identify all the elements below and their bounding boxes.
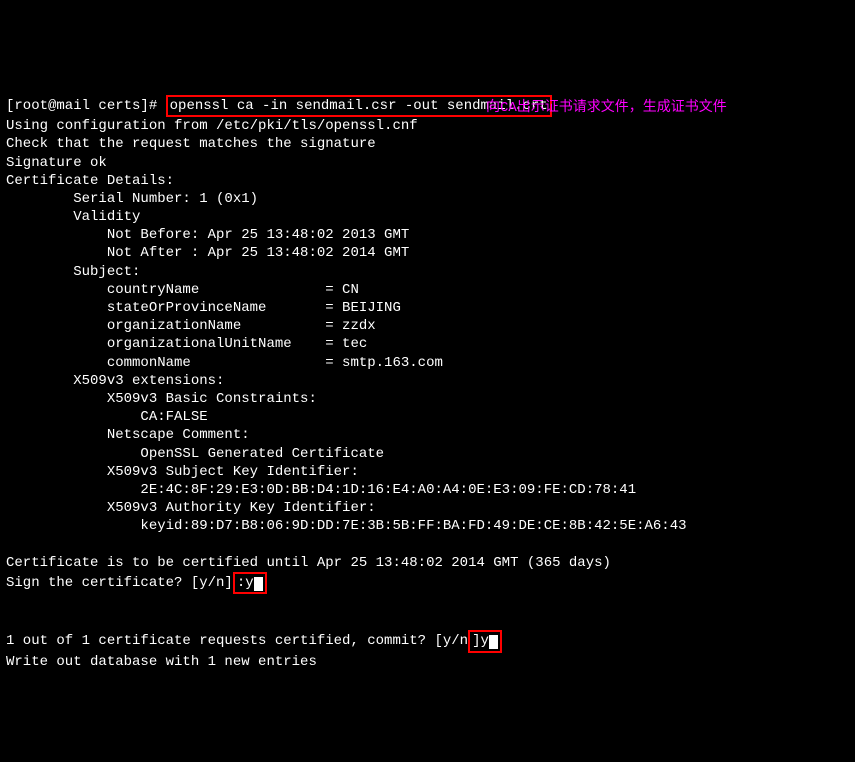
output-line: organizationalUnitName = tec bbox=[6, 336, 367, 352]
output-line: X509v3 Basic Constraints: bbox=[6, 391, 317, 407]
output-line: OpenSSL Generated Certificate bbox=[6, 446, 384, 462]
output-line: X509v3 extensions: bbox=[6, 373, 224, 389]
output-line: commonName = smtp.163.com bbox=[6, 355, 443, 371]
output-line: X509v3 Subject Key Identifier: bbox=[6, 464, 359, 480]
output-line: 2E:4C:8F:29:E3:0D:BB:D4:1D:16:E4:A0:A4:0… bbox=[6, 482, 636, 498]
output-line: stateOrProvinceName = BEIJING bbox=[6, 300, 401, 316]
user-input-highlight: ]y bbox=[468, 630, 502, 652]
output-line: Write out database with 1 new entries bbox=[6, 654, 317, 670]
output-line: countryName = CN bbox=[6, 282, 359, 298]
output-line: Certificate is to be certified until Apr… bbox=[6, 555, 611, 571]
commit-prompt: 1 out of 1 certificate requests certifie… bbox=[6, 633, 468, 649]
output-line: CA:FALSE bbox=[6, 409, 208, 425]
cursor-icon bbox=[489, 635, 498, 649]
output-line: organizationName = zzdx bbox=[6, 318, 376, 334]
output-line: Signature ok bbox=[6, 155, 107, 171]
shell-prompt: [root@mail certs]# bbox=[6, 98, 166, 114]
annotation-text: 向CA出示证书请求文件，生成证书文件 bbox=[486, 99, 727, 117]
output-line: Netscape Comment: bbox=[6, 427, 250, 443]
output-line: Using configuration from /etc/pki/tls/op… bbox=[6, 118, 418, 134]
output-line: keyid:89:D7:B8:06:9D:DD:7E:3B:5B:FF:BA:F… bbox=[6, 518, 687, 534]
output-line: Subject: bbox=[6, 264, 140, 280]
output-line: Certificate Details: bbox=[6, 173, 174, 189]
sign-prompt: Sign the certificate? [y/n] bbox=[6, 575, 233, 591]
user-input: :y bbox=[237, 575, 254, 591]
user-input-highlight: :y bbox=[233, 572, 267, 594]
output-line: Not Before: Apr 25 13:48:02 2013 GMT bbox=[6, 227, 409, 243]
output-line: Serial Number: 1 (0x1) bbox=[6, 191, 258, 207]
output-line: X509v3 Authority Key Identifier: bbox=[6, 500, 376, 516]
user-input: ]y bbox=[472, 633, 489, 649]
output-line: Not After : Apr 25 13:48:02 2014 GMT bbox=[6, 245, 409, 261]
terminal-output[interactable]: [root@mail certs]# openssl ca -in sendma… bbox=[6, 77, 849, 671]
cursor-icon bbox=[254, 577, 263, 591]
output-line: Validity bbox=[6, 209, 140, 225]
output-line: Check that the request matches the signa… bbox=[6, 136, 376, 152]
